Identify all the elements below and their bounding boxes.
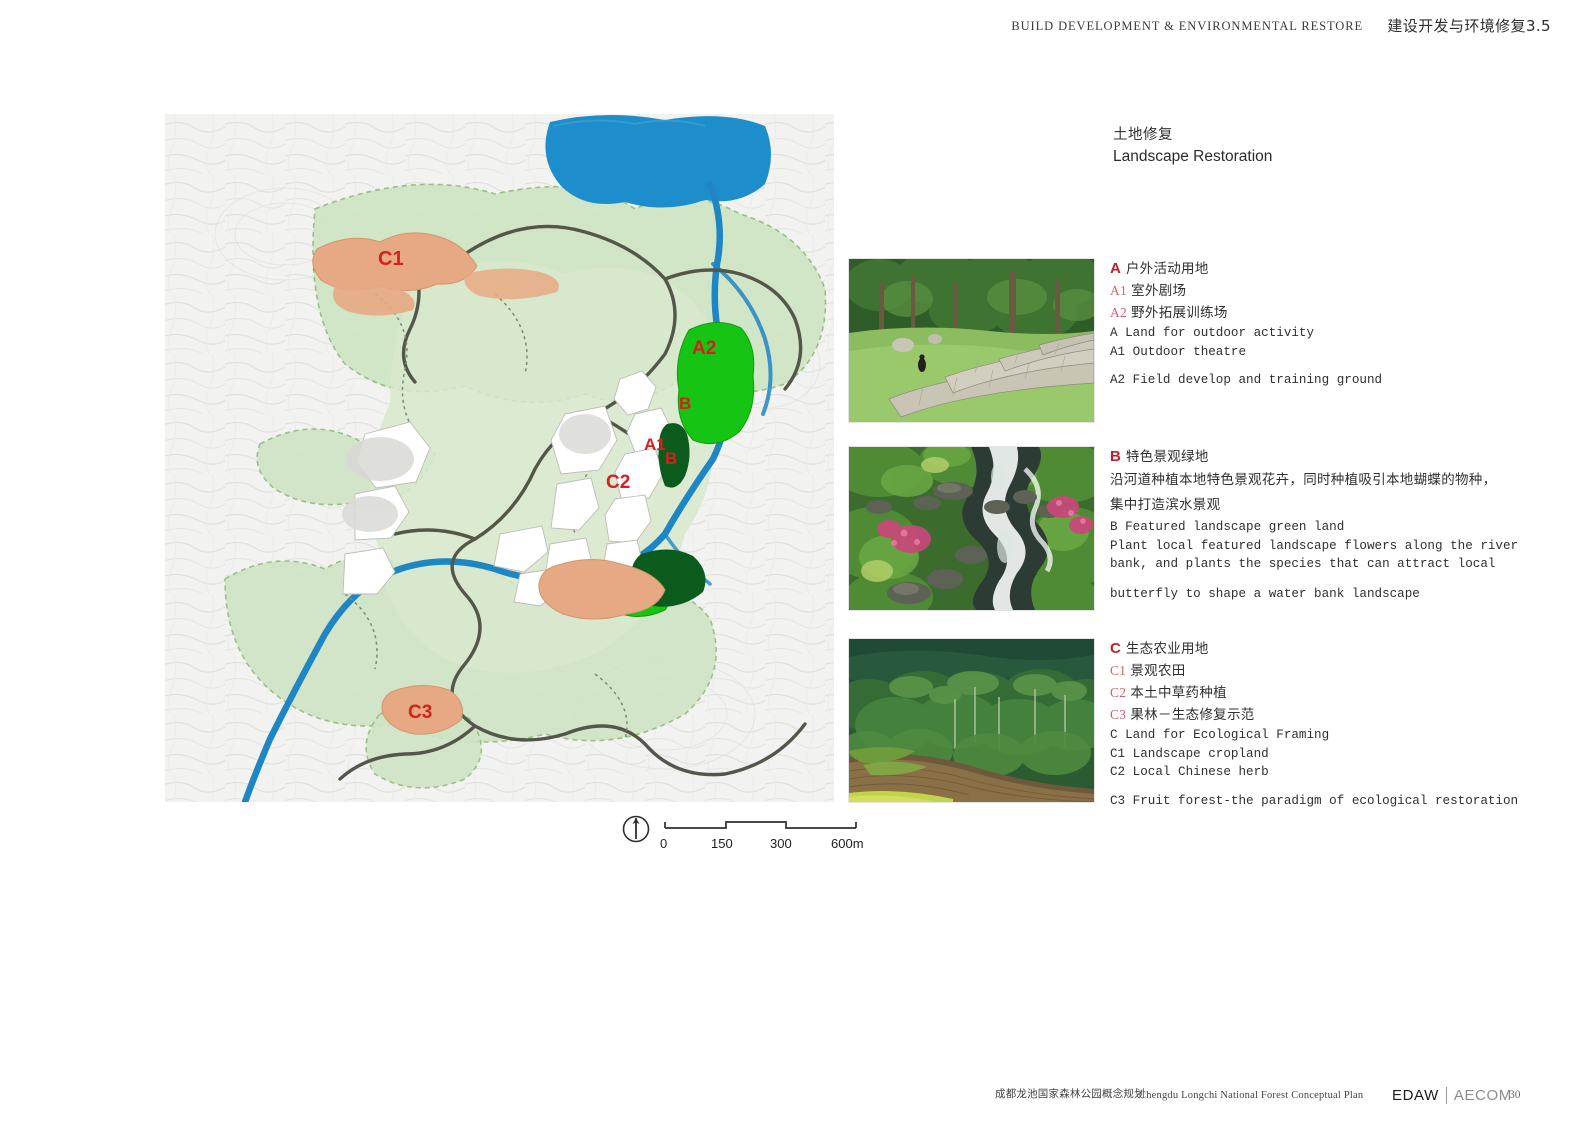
legend-a2-item: A2 野外拓展训练场 bbox=[1110, 302, 1530, 324]
map-scale-bar: 0 150 300 600m bbox=[618, 812, 878, 858]
legend-c1-item: C1 景观农田 bbox=[1110, 660, 1530, 682]
photo-forest-terraced-farm bbox=[848, 638, 1095, 803]
logo-aecom: AECOM bbox=[1453, 1087, 1512, 1104]
zone-label-a1: A1 bbox=[644, 435, 666, 454]
zone-label-c1: C1 bbox=[378, 248, 404, 270]
legend-a-en-0: A Land for outdoor activity bbox=[1110, 326, 1315, 340]
legend-a1-text: 室外剧场 bbox=[1131, 283, 1187, 299]
page-root: BUILD DEVELOPMENT & ENVIRONMENTAL RESTOR… bbox=[0, 0, 1587, 1123]
map-graphic: C1 A2 B A1 B C2 C3 bbox=[165, 114, 834, 802]
legend-b-letter: B bbox=[1110, 448, 1121, 465]
scale-tick-600: 600m bbox=[831, 836, 864, 851]
section-title-chinese: 土地修复 bbox=[1113, 127, 1173, 143]
legend-text-b: B 特色景观绿地 沿河道种植本地特色景观花卉，同时种植吸引本地蝴蝶的物种，集中打造… bbox=[1110, 446, 1530, 603]
legend-c3-code: C3 bbox=[1110, 707, 1127, 722]
photo-outdoor-theatre bbox=[848, 258, 1095, 423]
legend-b-heading-text: 特色景观绿地 bbox=[1125, 449, 1209, 465]
legend-c-letter: C bbox=[1110, 640, 1121, 657]
section-title: 土地修复 Landscape Restoration bbox=[1113, 126, 1533, 167]
site-plan-map[interactable]: C1 A2 B A1 B C2 C3 bbox=[165, 114, 834, 802]
zone-label-c2: C2 bbox=[606, 472, 630, 493]
legend-c2-code: C2 bbox=[1110, 685, 1127, 700]
zone-label-c3: C3 bbox=[408, 702, 432, 723]
zone-label-b-upper: B bbox=[679, 394, 691, 413]
legend-c-en-0: C Land for Ecological Framing bbox=[1110, 728, 1330, 742]
footer-project-chinese: 成都龙池国家森林公园概念规划 bbox=[995, 1088, 1145, 1100]
legend-a2-text: 野外拓展训练场 bbox=[1131, 305, 1228, 321]
legend-b-en-0: B Featured landscape green land bbox=[1110, 520, 1345, 534]
legend-a1-item: A1 室外剧场 bbox=[1110, 280, 1530, 302]
scale-tick-150: 150 bbox=[711, 836, 733, 851]
lake-waterbody bbox=[545, 114, 771, 208]
photo-stream-wildflowers bbox=[848, 446, 1095, 611]
zone-label-b-lower: B bbox=[665, 449, 677, 468]
page-number: 30 bbox=[1509, 1089, 1521, 1101]
scale-tick-0: 0 bbox=[660, 836, 667, 851]
legend-b-paragraph: 沿河道种植本地特色景观花卉，同时种植吸引本地蝴蝶的物种，集中打造滨水景观 bbox=[1110, 472, 1497, 513]
page-header: BUILD DEVELOPMENT & ENVIRONMENTAL RESTOR… bbox=[0, 0, 1587, 52]
logo-divider bbox=[1445, 1087, 1447, 1104]
logo-edaw: EDAW bbox=[1392, 1087, 1439, 1104]
legend-a-letter: A bbox=[1110, 260, 1121, 277]
legend-c3-item: C3 果林－生态修复示范 bbox=[1110, 704, 1530, 726]
legend-b-en-1: Plant local featured landscape flowers a… bbox=[1110, 538, 1519, 553]
scale-tick-300: 300 bbox=[770, 836, 792, 851]
header-english-title: BUILD DEVELOPMENT & ENVIRONMENTAL RESTOR… bbox=[1011, 19, 1363, 33]
legend-c3-text: 果林－生态修复示范 bbox=[1130, 707, 1255, 723]
legend-c2-item: C2 本土中草药种植 bbox=[1110, 682, 1530, 704]
legend-text-c: C 生态农业用地 C1 景观农田 C2 本土中草药种植 C3 果林－生态修复示范 C L… bbox=[1110, 638, 1530, 810]
legend-c-en-2: C2 Local Chinese herb bbox=[1110, 765, 1269, 779]
legend-b-heading: B 特色景观绿地 bbox=[1110, 446, 1530, 468]
zone-label-a2: A2 bbox=[692, 338, 716, 359]
legend-a1-code: A1 bbox=[1110, 283, 1128, 298]
legend-b-en-3: butterfly to shape a water bank landscap… bbox=[1110, 586, 1420, 601]
legend-c2-text: 本土中草药种植 bbox=[1130, 685, 1227, 701]
legend-a-heading-text: 户外活动用地 bbox=[1125, 261, 1209, 277]
legend-a2-code: A2 bbox=[1110, 305, 1128, 320]
edaw-aecom-logo: EDAW AECOM bbox=[1392, 1087, 1512, 1104]
legend-c1-code: C1 bbox=[1110, 663, 1127, 678]
legend-a-en-1: A1 Outdoor theatre bbox=[1110, 344, 1247, 359]
legend-text-a: A 户外活动用地 A1 室外剧场 A2 野外拓展训练场 A Land for outd… bbox=[1110, 258, 1530, 390]
legend-c1-text: 景观农田 bbox=[1130, 663, 1186, 679]
legend-a-en-2: A2 Field develop and training ground bbox=[1110, 373, 1383, 387]
legend-c-heading: C 生态农业用地 bbox=[1110, 638, 1530, 660]
footer-project-english: Chengdu Longchi National Forest Conceptu… bbox=[1139, 1090, 1364, 1101]
legend-a-heading: A 户外活动用地 bbox=[1110, 258, 1530, 280]
legend-b-en-2: bank, and plants the species that can at… bbox=[1110, 557, 1496, 571]
legend-c-en-3: C3 Fruit forest-the paradigm of ecologic… bbox=[1110, 793, 1519, 808]
page-footer: 成都龙池国家森林公园概念规划 Chengdu Longchi National … bbox=[0, 1063, 1587, 1123]
header-chinese-title: 建设开发与环境修复3.5 bbox=[1387, 17, 1551, 35]
legend-c-en-1: C1 Landscape cropland bbox=[1110, 746, 1269, 761]
section-title-english: Landscape Restoration bbox=[1113, 148, 1273, 165]
legend-c-heading-text: 生态农业用地 bbox=[1125, 641, 1209, 657]
